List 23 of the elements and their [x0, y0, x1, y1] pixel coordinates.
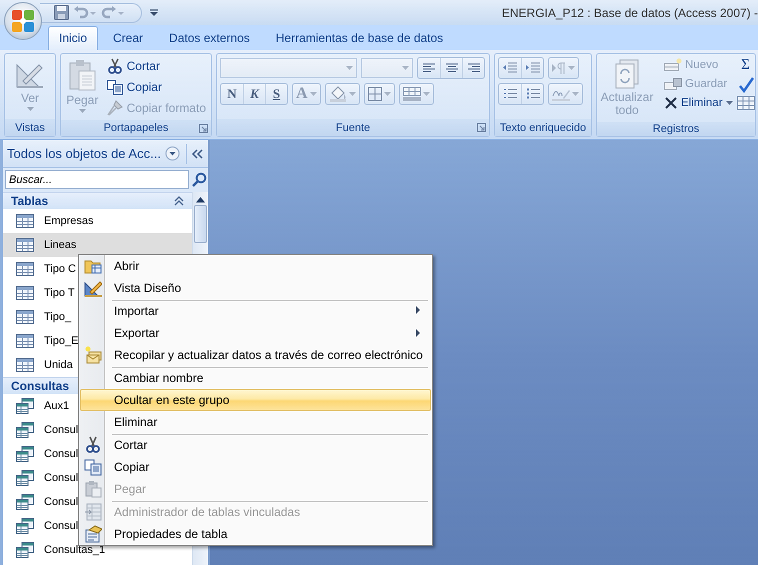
item-label: Tipo_ [44, 311, 72, 323]
item-label: Consul [44, 448, 78, 460]
group-label: Texto enriquecido [500, 122, 586, 134]
group-title: Tablas [11, 194, 48, 208]
item-label: Consul [44, 424, 78, 436]
group-label: Fuente [336, 122, 370, 134]
group-label: Vistas [15, 122, 45, 134]
item-label: Empresas [44, 215, 94, 227]
item-label: Tipo T [44, 287, 75, 299]
window-title: ENERGIA_P12 : Base de datos (Access 2007) - [502, 6, 758, 20]
item-label: Consultas_1 [44, 544, 106, 556]
item-label: Consul [44, 496, 78, 508]
group-title: Consultas [11, 379, 70, 393]
item-label: Aux1 [44, 400, 70, 412]
item-label: Unida [44, 359, 73, 371]
item-label: Consul [44, 472, 78, 484]
group-label: Portapapeles [104, 122, 168, 134]
pane-title: Todos los objetos de Acc... [7, 146, 161, 161]
item-label: Consul [44, 520, 78, 532]
item-label: Tipo C [44, 263, 76, 275]
item-label: Lineas [44, 239, 76, 251]
group-label: Registros [652, 123, 700, 135]
item-label: Tipo_E [44, 335, 78, 347]
